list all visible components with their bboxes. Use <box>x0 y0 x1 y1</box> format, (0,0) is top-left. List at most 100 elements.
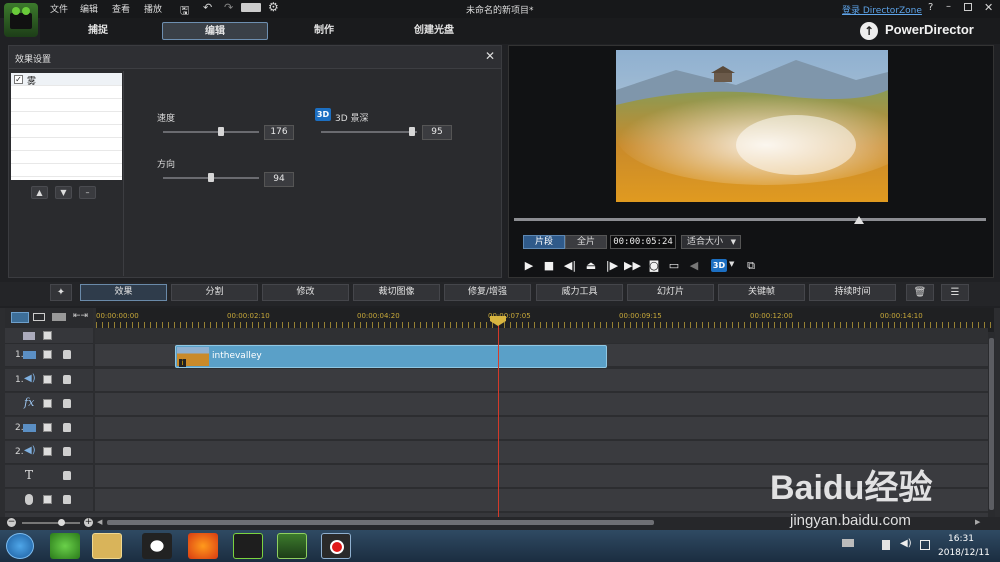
preview-quality-icon[interactable]: ▭ <box>666 258 682 274</box>
fit-size-dropdown[interactable]: 适合大小 ▼ <box>681 235 741 249</box>
tab-capture[interactable]: 捕捉 <box>45 22 151 40</box>
track-enable-checkbox[interactable] <box>43 423 52 432</box>
network-icon[interactable] <box>920 540 930 550</box>
timeline-vertical-scrollbar[interactable] <box>988 332 995 517</box>
track-enable-checkbox[interactable] <box>43 375 52 384</box>
next-frame-icon[interactable]: |▶ <box>604 258 620 274</box>
effect-panel-close-icon[interactable]: ✕ <box>485 49 495 63</box>
library-icon[interactable]: ☰ <box>941 284 969 301</box>
lock-icon[interactable] <box>63 399 71 408</box>
track-enable-checkbox[interactable] <box>43 331 52 340</box>
login-link[interactable]: 登录 DirectorZone <box>842 3 922 16</box>
speed-slider-track[interactable] <box>163 131 259 133</box>
lock-icon[interactable] <box>63 447 71 456</box>
slideshow-button[interactable]: 幻灯片 <box>627 284 714 301</box>
audio-lane-1[interactable] <box>95 369 988 392</box>
3d-depth-value[interactable]: 95 <box>422 125 452 140</box>
delete-icon[interactable]: 🗑 <box>906 284 934 301</box>
tab-movie-mode[interactable]: 全片 <box>565 235 607 249</box>
direction-value[interactable]: 94 <box>264 172 294 187</box>
remove-effect-button[interactable]: – <box>79 186 96 199</box>
video-lane-2[interactable] <box>95 417 988 440</box>
crop-button[interactable]: 裁切图像 <box>353 284 440 301</box>
menu-view[interactable]: 查看 <box>112 2 130 15</box>
power-tools-button[interactable]: 威力工具 <box>536 284 623 301</box>
app-logo[interactable] <box>4 3 38 37</box>
seek-thumb[interactable] <box>853 216 864 224</box>
360-browser-icon[interactable] <box>50 533 80 559</box>
track-enable-checkbox[interactable] <box>43 350 52 359</box>
magic-tool-icon[interactable]: ✦ <box>50 284 72 301</box>
effect-list-item[interactable]: ✓ 雾 <box>11 73 122 87</box>
fit-timeline-icon[interactable]: ⇤⇥ <box>73 311 88 321</box>
start-button[interactable] <box>6 533 34 559</box>
lock-icon[interactable] <box>63 495 71 504</box>
zoom-in-icon[interactable]: + <box>84 518 93 527</box>
track-enable-checkbox[interactable] <box>43 495 52 504</box>
firefox-icon[interactable] <box>188 533 218 559</box>
minimize-button[interactable]: – <box>946 1 951 12</box>
timecode-display[interactable]: 00:00:05:24 <box>610 235 676 249</box>
tab-create-disc[interactable]: 创建光盘 <box>381 22 487 40</box>
tab-produce[interactable]: 制作 <box>271 22 377 40</box>
snapshot-icon[interactable]: ◙ <box>646 258 662 274</box>
keyboard-icon[interactable] <box>842 539 854 547</box>
effects-button[interactable]: 效果 <box>80 284 167 301</box>
effect-checkbox[interactable]: ✓ <box>14 75 23 84</box>
tab-clip-mode[interactable]: 片段 <box>523 235 565 249</box>
menu-file[interactable]: 文件 <box>50 2 68 15</box>
aspect-ratio-icon[interactable] <box>241 3 261 12</box>
fix-enhance-button[interactable]: 修复/增强 <box>444 284 531 301</box>
3d-depth-slider-track[interactable] <box>321 131 417 133</box>
3d-mode-icon[interactable]: 3D <box>711 259 727 272</box>
menu-edit[interactable]: 编辑 <box>80 2 98 15</box>
zoom-slider-track[interactable] <box>22 522 80 524</box>
fast-forward-icon[interactable]: ▶▶ <box>624 258 641 274</box>
fx-lane[interactable] <box>95 393 988 416</box>
lock-icon[interactable] <box>63 350 71 359</box>
lock-icon[interactable] <box>63 375 71 384</box>
lock-icon[interactable] <box>63 423 71 432</box>
move-down-button[interactable]: ▼ <box>55 186 72 199</box>
speed-value[interactable]: 176 <box>264 125 294 140</box>
undock-icon[interactable]: ⧉ <box>743 258 759 274</box>
keyframe-button[interactable]: 关键帧 <box>718 284 805 301</box>
duration-button[interactable]: 持续时间 <box>809 284 896 301</box>
file-explorer-icon[interactable] <box>92 533 122 559</box>
modify-button[interactable]: 修改 <box>262 284 349 301</box>
preview-seek-bar[interactable] <box>514 218 986 221</box>
speed-slider-thumb[interactable] <box>217 127 224 136</box>
maximize-button[interactable] <box>964 3 972 11</box>
usb-icon[interactable] <box>882 540 890 550</box>
3d-depth-slider-thumb[interactable] <box>409 127 416 136</box>
help-button[interactable]: ? <box>928 2 933 13</box>
scroll-left-icon[interactable]: ◀ <box>97 518 102 526</box>
split-button[interactable]: 分割 <box>171 284 258 301</box>
timeline-view-icon[interactable] <box>11 312 29 323</box>
scroll-right-icon[interactable]: ▶ <box>975 518 980 526</box>
horizontal-scroll-thumb[interactable] <box>107 520 654 525</box>
stop-icon[interactable]: ■ <box>541 258 557 274</box>
qq-icon[interactable] <box>142 533 172 559</box>
zoom-out-icon[interactable]: − <box>7 518 16 527</box>
speaker-icon[interactable]: ◀) <box>900 538 912 549</box>
upload-icon[interactable]: ↑ <box>860 22 878 40</box>
zoom-slider-thumb[interactable] <box>58 519 65 526</box>
move-up-button[interactable]: ▲ <box>31 186 48 199</box>
close-button[interactable]: ✕ <box>984 1 993 14</box>
storyboard-view-icon[interactable] <box>33 313 45 321</box>
scroll-thumb[interactable] <box>989 338 994 510</box>
volume-icon[interactable]: ◀ <box>686 258 702 274</box>
screen-recorder-icon[interactable] <box>321 533 351 559</box>
tab-edit[interactable]: 编辑 <box>162 22 268 40</box>
split-icon[interactable]: ⏏ <box>583 258 599 274</box>
clock-time[interactable]: 16:31 <box>948 534 974 544</box>
previous-frame-icon[interactable]: ◀| <box>562 258 578 274</box>
track-manager-icon[interactable] <box>52 313 66 321</box>
redo-icon[interactable]: ↷ <box>224 1 233 14</box>
menu-play[interactable]: 播放 <box>144 2 162 15</box>
3d-dropdown-icon[interactable]: ▼ <box>729 260 734 268</box>
track-enable-checkbox[interactable] <box>43 399 52 408</box>
clock-date[interactable]: 2018/12/11 <box>938 548 990 558</box>
undo-icon[interactable]: ↶ <box>203 1 212 14</box>
